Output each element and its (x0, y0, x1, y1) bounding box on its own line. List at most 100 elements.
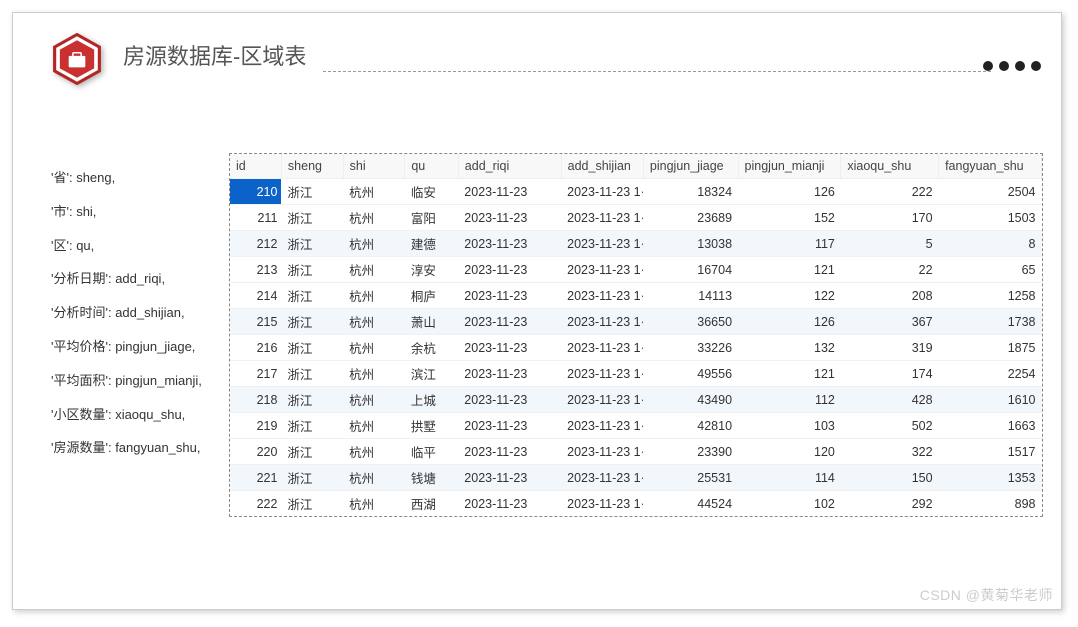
cell-shi[interactable]: 杭州 (343, 387, 405, 413)
table-row[interactable]: 214浙江杭州桐庐2023-11-232023-11-23 1·14113122… (230, 283, 1042, 309)
cell-id[interactable]: 214 (230, 283, 281, 309)
cell-add-riqi[interactable]: 2023-11-23 (458, 491, 561, 517)
cell-qu[interactable]: 淳安 (405, 257, 458, 283)
cell-pingjun-mianji[interactable]: 122 (738, 283, 841, 309)
cell-fangyuan-shu[interactable]: 2254 (939, 361, 1042, 387)
cell-pingjun-jiage[interactable]: 18324 (643, 179, 738, 205)
cell-fangyuan-shu[interactable]: 1353 (939, 465, 1042, 491)
table-row[interactable]: 215浙江杭州萧山2023-11-232023-11-23 1·36650126… (230, 309, 1042, 335)
cell-qu[interactable]: 萧山 (405, 309, 458, 335)
table-row[interactable]: 216浙江杭州余杭2023-11-232023-11-23 1·33226132… (230, 335, 1042, 361)
cell-shi[interactable]: 杭州 (343, 465, 405, 491)
cell-add-riqi[interactable]: 2023-11-23 (458, 335, 561, 361)
cell-qu[interactable]: 临安 (405, 179, 458, 205)
cell-pingjun-jiage[interactable]: 13038 (643, 231, 738, 257)
cell-pingjun-mianji[interactable]: 126 (738, 309, 841, 335)
th-id[interactable]: id (230, 154, 281, 179)
cell-pingjun-jiage[interactable]: 43490 (643, 387, 738, 413)
cell-shi[interactable]: 杭州 (343, 179, 405, 205)
cell-fangyuan-shu[interactable]: 2504 (939, 179, 1042, 205)
th-qu[interactable]: qu (405, 154, 458, 179)
cell-xiaoqu-shu[interactable]: 502 (841, 413, 939, 439)
cell-pingjun-jiage[interactable]: 16704 (643, 257, 738, 283)
cell-add-shijian[interactable]: 2023-11-23 1· (561, 335, 643, 361)
table-row[interactable]: 211浙江杭州富阳2023-11-232023-11-23 1·23689152… (230, 205, 1042, 231)
cell-add-shijian[interactable]: 2023-11-23 1· (561, 309, 643, 335)
cell-id[interactable]: 211 (230, 205, 281, 231)
cell-sheng[interactable]: 浙江 (281, 361, 343, 387)
cell-qu[interactable]: 富阳 (405, 205, 458, 231)
cell-add-shijian[interactable]: 2023-11-23 1· (561, 387, 643, 413)
th-sheng[interactable]: sheng (281, 154, 343, 179)
cell-pingjun-jiage[interactable]: 44524 (643, 491, 738, 517)
th-shi[interactable]: shi (343, 154, 405, 179)
table-row[interactable]: 212浙江杭州建德2023-11-232023-11-23 1·13038117… (230, 231, 1042, 257)
table-header-row[interactable]: id sheng shi qu add_riqi add_shijian pin… (230, 154, 1042, 179)
cell-shi[interactable]: 杭州 (343, 283, 405, 309)
cell-add-riqi[interactable]: 2023-11-23 (458, 361, 561, 387)
cell-add-riqi[interactable]: 2023-11-23 (458, 231, 561, 257)
cell-add-shijian[interactable]: 2023-11-23 1· (561, 231, 643, 257)
cell-pingjun-mianji[interactable]: 117 (738, 231, 841, 257)
cell-xiaoqu-shu[interactable]: 5 (841, 231, 939, 257)
cell-pingjun-mianji[interactable]: 114 (738, 465, 841, 491)
cell-qu[interactable]: 上城 (405, 387, 458, 413)
cell-xiaoqu-shu[interactable]: 174 (841, 361, 939, 387)
cell-shi[interactable]: 杭州 (343, 257, 405, 283)
cell-fangyuan-shu[interactable]: 898 (939, 491, 1042, 517)
table-row[interactable]: 221浙江杭州钱塘2023-11-232023-11-23 1·25531114… (230, 465, 1042, 491)
cell-id[interactable]: 212 (230, 231, 281, 257)
cell-sheng[interactable]: 浙江 (281, 205, 343, 231)
cell-pingjun-jiage[interactable]: 14113 (643, 283, 738, 309)
cell-pingjun-jiage[interactable]: 23390 (643, 439, 738, 465)
cell-pingjun-mianji[interactable]: 120 (738, 439, 841, 465)
cell-fangyuan-shu[interactable]: 1517 (939, 439, 1042, 465)
cell-xiaoqu-shu[interactable]: 222 (841, 179, 939, 205)
cell-qu[interactable]: 钱塘 (405, 465, 458, 491)
cell-xiaoqu-shu[interactable]: 367 (841, 309, 939, 335)
table-row[interactable]: 218浙江杭州上城2023-11-232023-11-23 1·43490112… (230, 387, 1042, 413)
cell-add-shijian[interactable]: 2023-11-23 1· (561, 413, 643, 439)
cell-add-shijian[interactable]: 2023-11-23 1· (561, 179, 643, 205)
th-add-shijian[interactable]: add_shijian (561, 154, 643, 179)
cell-pingjun-jiage[interactable]: 49556 (643, 361, 738, 387)
cell-shi[interactable]: 杭州 (343, 361, 405, 387)
cell-add-riqi[interactable]: 2023-11-23 (458, 387, 561, 413)
cell-pingjun-mianji[interactable]: 132 (738, 335, 841, 361)
cell-add-riqi[interactable]: 2023-11-23 (458, 179, 561, 205)
table-row[interactable]: 222浙江杭州西湖2023-11-232023-11-23 1·44524102… (230, 491, 1042, 517)
cell-pingjun-jiage[interactable]: 23689 (643, 205, 738, 231)
cell-add-riqi[interactable]: 2023-11-23 (458, 309, 561, 335)
cell-qu[interactable]: 桐庐 (405, 283, 458, 309)
cell-xiaoqu-shu[interactable]: 292 (841, 491, 939, 517)
cell-xiaoqu-shu[interactable]: 319 (841, 335, 939, 361)
cell-add-riqi[interactable]: 2023-11-23 (458, 413, 561, 439)
cell-sheng[interactable]: 浙江 (281, 179, 343, 205)
cell-qu[interactable]: 余杭 (405, 335, 458, 361)
th-pingjun-mianji[interactable]: pingjun_mianji (738, 154, 841, 179)
data-table[interactable]: id sheng shi qu add_riqi add_shijian pin… (230, 154, 1042, 516)
cell-sheng[interactable]: 浙江 (281, 413, 343, 439)
cell-pingjun-mianji[interactable]: 121 (738, 257, 841, 283)
cell-sheng[interactable]: 浙江 (281, 439, 343, 465)
table-row[interactable]: 217浙江杭州滨江2023-11-232023-11-23 1·49556121… (230, 361, 1042, 387)
cell-id[interactable]: 220 (230, 439, 281, 465)
table-row[interactable]: 213浙江杭州淳安2023-11-232023-11-23 1·16704121… (230, 257, 1042, 283)
cell-id[interactable]: 222 (230, 491, 281, 517)
cell-fangyuan-shu[interactable]: 8 (939, 231, 1042, 257)
cell-shi[interactable]: 杭州 (343, 491, 405, 517)
cell-sheng[interactable]: 浙江 (281, 335, 343, 361)
cell-id[interactable]: 216 (230, 335, 281, 361)
cell-pingjun-jiage[interactable]: 42810 (643, 413, 738, 439)
cell-pingjun-mianji[interactable]: 103 (738, 413, 841, 439)
th-xiaoqu-shu[interactable]: xiaoqu_shu (841, 154, 939, 179)
cell-xiaoqu-shu[interactable]: 22 (841, 257, 939, 283)
table-row[interactable]: 219浙江杭州拱墅2023-11-232023-11-23 1·42810103… (230, 413, 1042, 439)
cell-shi[interactable]: 杭州 (343, 439, 405, 465)
cell-shi[interactable]: 杭州 (343, 413, 405, 439)
cell-add-shijian[interactable]: 2023-11-23 1· (561, 491, 643, 517)
cell-id[interactable]: 221 (230, 465, 281, 491)
cell-pingjun-jiage[interactable]: 36650 (643, 309, 738, 335)
cell-qu[interactable]: 临平 (405, 439, 458, 465)
cell-add-shijian[interactable]: 2023-11-23 1· (561, 283, 643, 309)
